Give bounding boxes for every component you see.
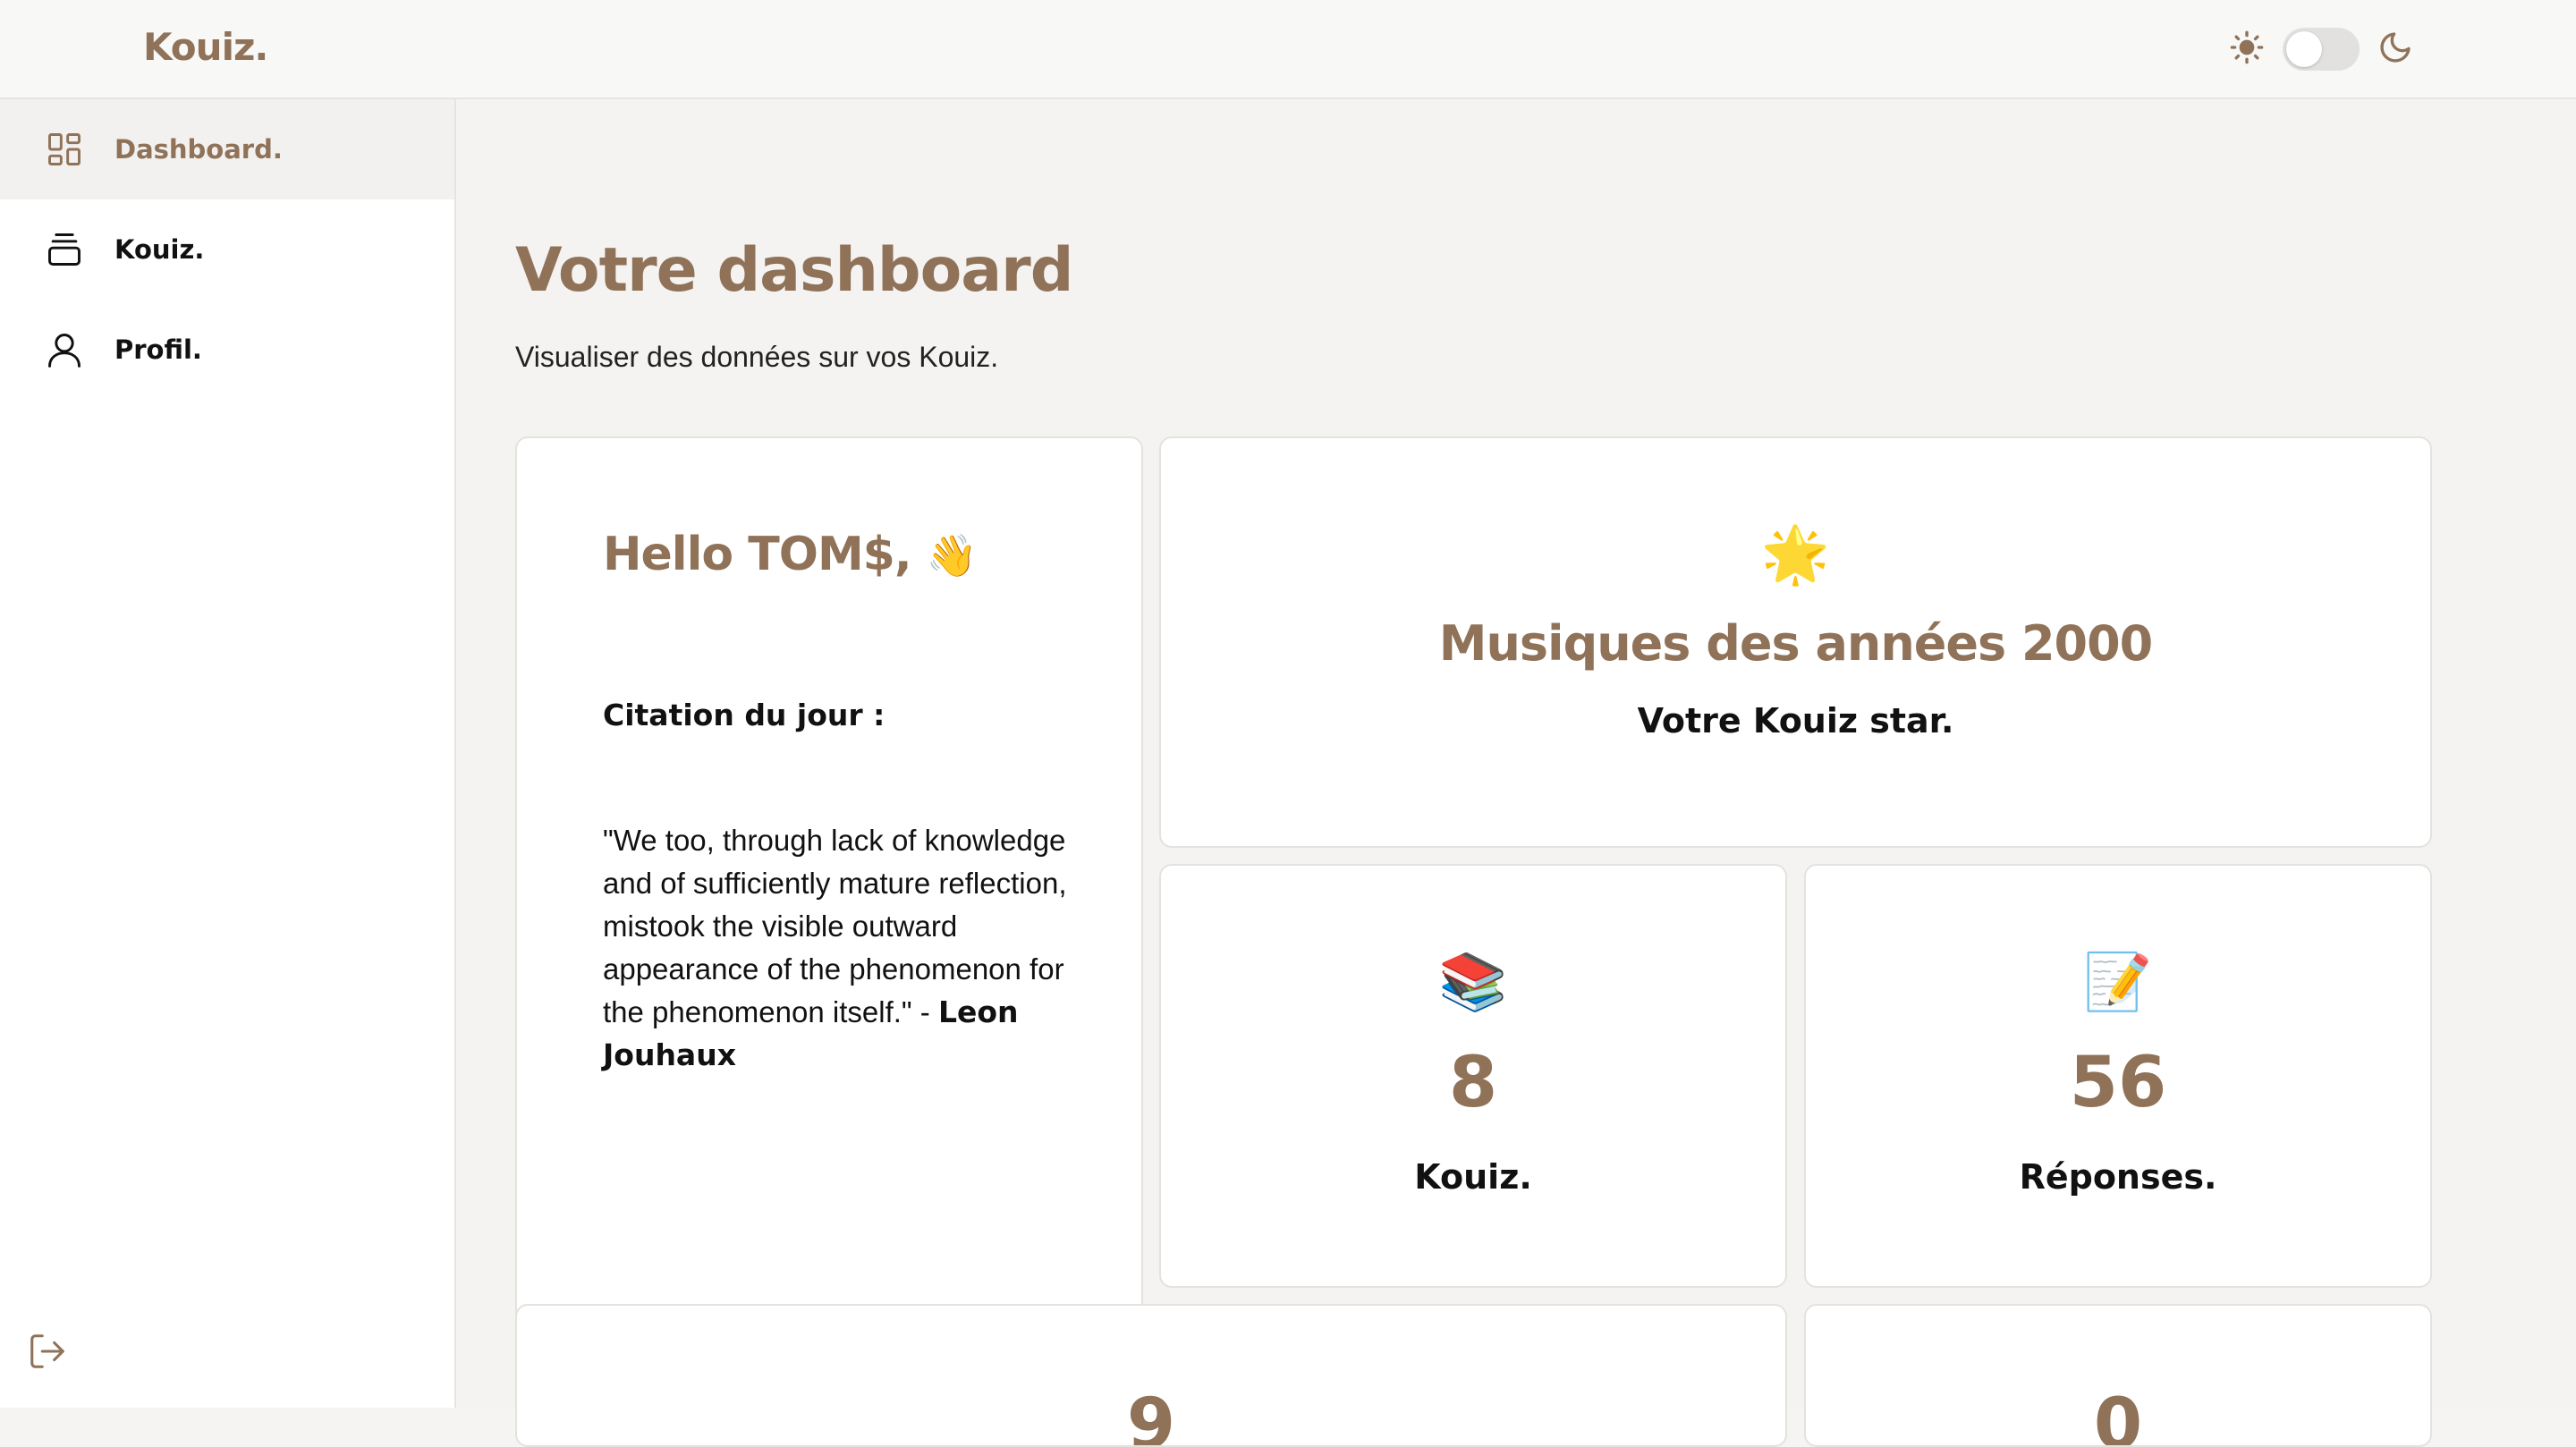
sidebar: Dashboard. Kouiz. Profil. (0, 99, 456, 1408)
stat-value: 8 (1448, 1043, 1498, 1123)
star-kouiz-subtitle: Votre Kouiz star. (1637, 701, 1954, 740)
wave-emoji-icon: 👋 (926, 531, 978, 580)
star-icon: 🌟 (1760, 524, 1831, 586)
memo-icon: 📝 (2083, 952, 2153, 1013)
moon-icon (2377, 30, 2413, 70)
main-content: Votre dashboard Visualiser des données s… (458, 101, 2576, 1447)
books-icon: 📚 (1438, 952, 1508, 1013)
stat-card-partial-left: 9 (515, 1304, 1787, 1447)
stat-label: Kouiz. (1414, 1157, 1532, 1197)
stack-icon (43, 228, 86, 271)
quote-text-block: "We too, through lack of knowledge and o… (603, 819, 1086, 1077)
stat-card-partial-right: 0 (1804, 1304, 2432, 1447)
stat-value: 9 (1126, 1384, 1176, 1447)
stat-value: 0 (2093, 1384, 2143, 1447)
quote-heading: Citation du jour : (603, 698, 886, 732)
sidebar-item-label: Profil. (114, 334, 202, 365)
switch-knob (2286, 31, 2322, 67)
star-kouiz-card[interactable]: 🌟 Musiques des années 2000 Votre Kouiz s… (1159, 436, 2432, 848)
sidebar-item-label: Dashboard. (114, 134, 283, 165)
greeting-card: Hello TOM$, 👋 Citation du jour : "We too… (515, 436, 1143, 1389)
stat-value: 56 (2069, 1043, 2167, 1123)
sidebar-item-kouiz[interactable]: Kouiz. (0, 199, 454, 300)
sidebar-item-dashboard[interactable]: Dashboard. (0, 99, 454, 199)
sidebar-item-profil[interactable]: Profil. (0, 300, 454, 400)
sidebar-item-label: Kouiz. (114, 234, 205, 265)
user-icon (43, 328, 86, 371)
dashboard-grid-icon (43, 128, 86, 171)
logout-icon (27, 1334, 68, 1375)
greeting-heading: Hello TOM$, 👋 (603, 528, 978, 581)
stat-card-kouiz: 📚 8 Kouiz. (1159, 864, 1787, 1288)
dark-mode-switch[interactable] (2283, 28, 2360, 71)
stat-card-reponses: 📝 56 Réponses. (1804, 864, 2432, 1288)
greeting-text: Hello TOM$, (603, 528, 912, 581)
logout-button[interactable] (27, 1331, 72, 1375)
app-logo[interactable]: Kouiz. (143, 25, 268, 69)
top-bar: Kouiz. (0, 0, 2576, 99)
page-subtitle: Visualiser des données sur vos Kouiz. (515, 341, 999, 373)
sun-icon (2229, 30, 2265, 70)
theme-toggle (2229, 25, 2413, 73)
page-title: Votre dashboard (515, 235, 1073, 306)
stat-label: Réponses. (2019, 1157, 2217, 1197)
star-kouiz-title: Musiques des années 2000 (1438, 615, 2154, 672)
